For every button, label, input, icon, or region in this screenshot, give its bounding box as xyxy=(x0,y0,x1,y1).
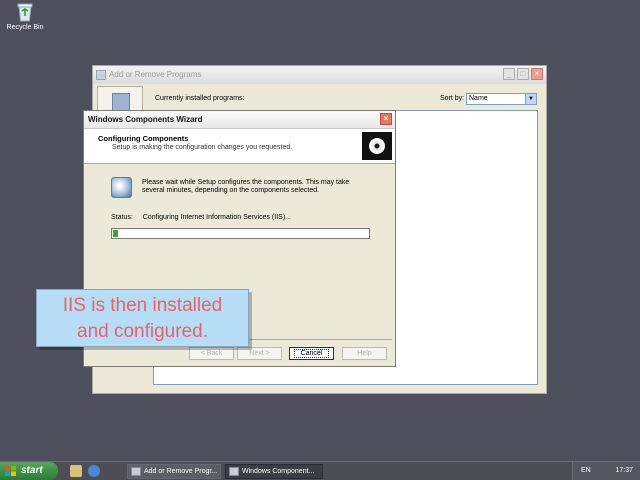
wizard-task-icon xyxy=(229,467,239,476)
wizard-subheading: Setup is making the configuration change… xyxy=(112,144,293,151)
maximize-button[interactable]: □ xyxy=(517,68,529,80)
sort-by-label: Sort by: xyxy=(440,95,465,102)
chevron-down-icon[interactable]: ▼ xyxy=(525,94,536,104)
cancel-label: Cancel xyxy=(293,349,330,358)
taskbar-item-label: Windows Component... xyxy=(242,468,315,475)
components-disc-icon xyxy=(362,132,392,160)
sort-by-value: Name xyxy=(469,95,488,102)
wizard-title-text: Windows Components Wizard xyxy=(88,115,203,124)
wizard-close-button[interactable]: × xyxy=(380,113,392,125)
status-value: Configuring Internet Information Service… xyxy=(142,214,291,221)
callout-line-2: and configured. xyxy=(77,321,208,342)
sort-by-select[interactable]: Name ▼ xyxy=(466,93,537,105)
recycle-bin-label: Recycle Bin xyxy=(6,24,44,31)
back-button[interactable]: < Back xyxy=(189,347,234,360)
status-line: Status: Configuring Internet Information… xyxy=(111,214,291,221)
recycle-bin-icon xyxy=(14,2,36,22)
wizard-message: Please wait while Setup configures the c… xyxy=(142,179,350,194)
tutorial-callout: IIS is then installed and configured. xyxy=(36,289,249,347)
wizard-heading: Configuring Components xyxy=(98,134,189,143)
windows-flag-icon xyxy=(5,466,16,476)
system-tray: EN 17:37 xyxy=(572,462,640,480)
start-label: start xyxy=(21,465,43,476)
arp-task-icon xyxy=(131,467,141,476)
taskbar-item-add-remove[interactable]: Add or Remove Progr... xyxy=(127,464,221,479)
internet-explorer-icon[interactable] xyxy=(88,465,100,477)
arp-title-text: Add or Remove Programs xyxy=(109,70,202,79)
cancel-button[interactable]: Cancel xyxy=(289,347,334,360)
arp-title-bar[interactable]: Add or Remove Programs _ □ × xyxy=(93,66,546,84)
wizard-title-bar[interactable]: Windows Components Wizard × xyxy=(84,111,395,129)
close-button[interactable]: × xyxy=(531,68,543,80)
language-indicator[interactable]: EN xyxy=(581,465,591,477)
status-label: Status: xyxy=(111,214,133,221)
currently-installed-label: Currently installed programs: xyxy=(155,95,245,102)
arp-window-icon xyxy=(96,70,106,80)
setup-gear-icon xyxy=(111,177,132,198)
wizard-header: Configuring Components Setup is making t… xyxy=(84,129,395,164)
callout-line-1: IIS is then installed xyxy=(62,295,223,316)
taskbar: start Add or Remove Progr... Windows Com… xyxy=(0,461,640,480)
show-desktop-icon[interactable] xyxy=(70,465,82,477)
progress-fill xyxy=(113,230,119,237)
recycle-bin-shortcut[interactable]: Recycle Bin xyxy=(6,2,44,31)
help-button[interactable]: Help xyxy=(342,347,387,360)
taskbar-item-label: Add or Remove Progr... xyxy=(144,468,218,475)
start-button[interactable]: start xyxy=(0,462,58,480)
clock[interactable]: 17:37 xyxy=(615,465,633,477)
next-button[interactable]: Next > xyxy=(237,347,282,360)
taskbar-item-wizard[interactable]: Windows Component... xyxy=(225,464,323,479)
programs-icon xyxy=(112,93,130,111)
progress-bar xyxy=(111,228,370,239)
minimize-button[interactable]: _ xyxy=(503,68,515,80)
